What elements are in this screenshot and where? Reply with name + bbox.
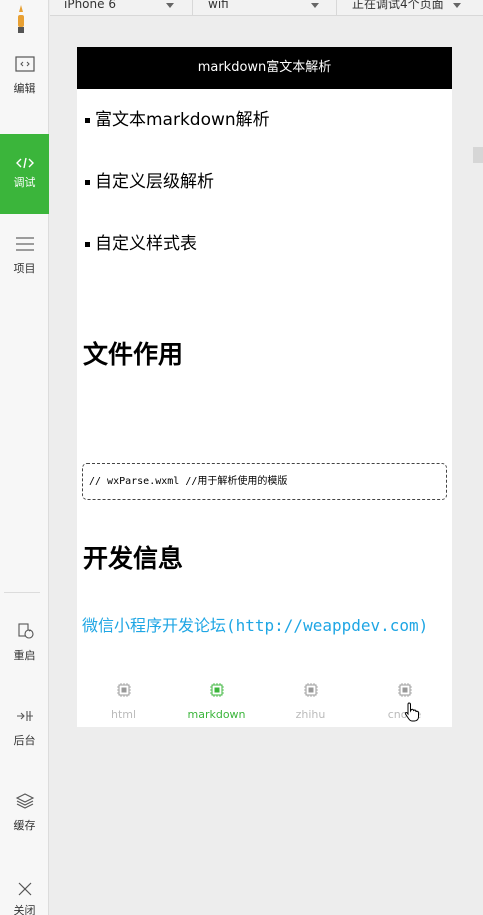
sidebar-item-label: 后台 — [13, 734, 36, 747]
sidebar-item-editor[interactable]: 编辑 — [0, 55, 49, 135]
tab-html[interactable]: html — [77, 670, 170, 727]
list-item: 富文本markdown解析 — [85, 105, 270, 130]
heading-dev-info: 开发信息 — [83, 544, 184, 573]
bullet-icon — [85, 118, 90, 123]
left-sidebar: 编辑 调试 项目 重启 后台 缓存 关闭 — [0, 0, 49, 915]
list-item-text: 自定义层级解析 — [95, 172, 214, 192]
phone-navbar: markdown富文本解析 — [77, 47, 452, 89]
page-title: markdown富文本解析 — [197, 60, 332, 75]
chip-icon — [116, 683, 131, 697]
panel-edge — [473, 147, 483, 163]
chevron-down-icon — [311, 3, 319, 8]
sidebar-item-label: 项目 — [13, 262, 36, 275]
simulator-toolbar: iPhone 6 wifi 正在调试4个页面 — [50, 0, 483, 16]
sidebar-item-close[interactable]: 关闭 — [0, 880, 49, 915]
tab-zhihu[interactable]: zhihu — [264, 670, 357, 727]
heading-file-purpose: 文件作用 — [83, 340, 184, 369]
forum-link[interactable]: 微信小程序开发论坛(http://weappdev.com) — [82, 615, 447, 637]
close-icon — [18, 882, 31, 896]
network-select[interactable]: wifi — [208, 0, 328, 13]
chip-icon — [397, 683, 412, 697]
tab-label: markdown — [187, 708, 246, 721]
sidebar-item-label: 重启 — [13, 649, 36, 662]
sidebar-item-cache[interactable]: 缓存 — [0, 792, 49, 872]
bullet-icon — [85, 180, 90, 185]
sidebar-item-label: 编辑 — [13, 82, 36, 95]
debug-pages-select[interactable]: 正在调试4个页面 — [352, 0, 462, 13]
background-icon — [16, 711, 33, 721]
list-icon — [15, 237, 34, 251]
network-select-value: wifi — [208, 0, 229, 11]
editor-icon — [14, 56, 35, 72]
sidebar-divider — [4, 592, 40, 593]
tab-markdown[interactable]: markdown — [170, 670, 263, 727]
tab-label: zhihu — [295, 708, 326, 721]
phone-simulator: markdown富文本解析 富文本markdown解析 自定义层级解析 自定义样… — [77, 47, 452, 727]
list-item: 自定义层级解析 — [85, 167, 214, 192]
sidebar-item-restart[interactable]: 重启 — [0, 622, 49, 702]
sidebar-item-label: 缓存 — [13, 819, 36, 832]
app-logo-icon — [18, 5, 24, 33]
hand-cursor-icon — [404, 702, 419, 722]
sidebar-item-background[interactable]: 后台 — [0, 707, 49, 787]
tab-bar: html markdown zhihu cnode — [77, 670, 452, 727]
chevron-down-icon — [166, 3, 174, 8]
sidebar-item-project[interactable]: 项目 — [0, 235, 49, 315]
toolbar-divider — [192, 0, 193, 16]
toolbar-divider — [336, 0, 337, 16]
restart-icon — [17, 623, 34, 639]
tab-label: html — [110, 708, 137, 721]
list-item: 自定义样式表 — [85, 229, 197, 254]
list-item-text: 自定义样式表 — [95, 234, 197, 254]
code-block: // wxParse.wxml //用于解析使用的模版 — [82, 463, 447, 500]
cache-icon — [15, 793, 34, 809]
chevron-down-icon — [453, 3, 461, 8]
page-content[interactable]: 富文本markdown解析 自定义层级解析 自定义样式表 文件作用 // wxP… — [77, 89, 452, 669]
sidebar-item-label: 关闭 — [13, 904, 36, 915]
chip-icon — [209, 683, 224, 697]
debug-status-text: 正在调试4个页面 — [352, 0, 444, 11]
sidebar-item-debug[interactable]: 调试 — [0, 134, 49, 214]
list-item-text: 富文本markdown解析 — [95, 110, 270, 130]
chip-icon — [303, 683, 318, 697]
code-icon — [15, 157, 34, 169]
sidebar-item-label: 调试 — [13, 176, 36, 189]
device-select-value: iPhone 6 — [64, 0, 116, 11]
bullet-icon — [85, 242, 90, 247]
